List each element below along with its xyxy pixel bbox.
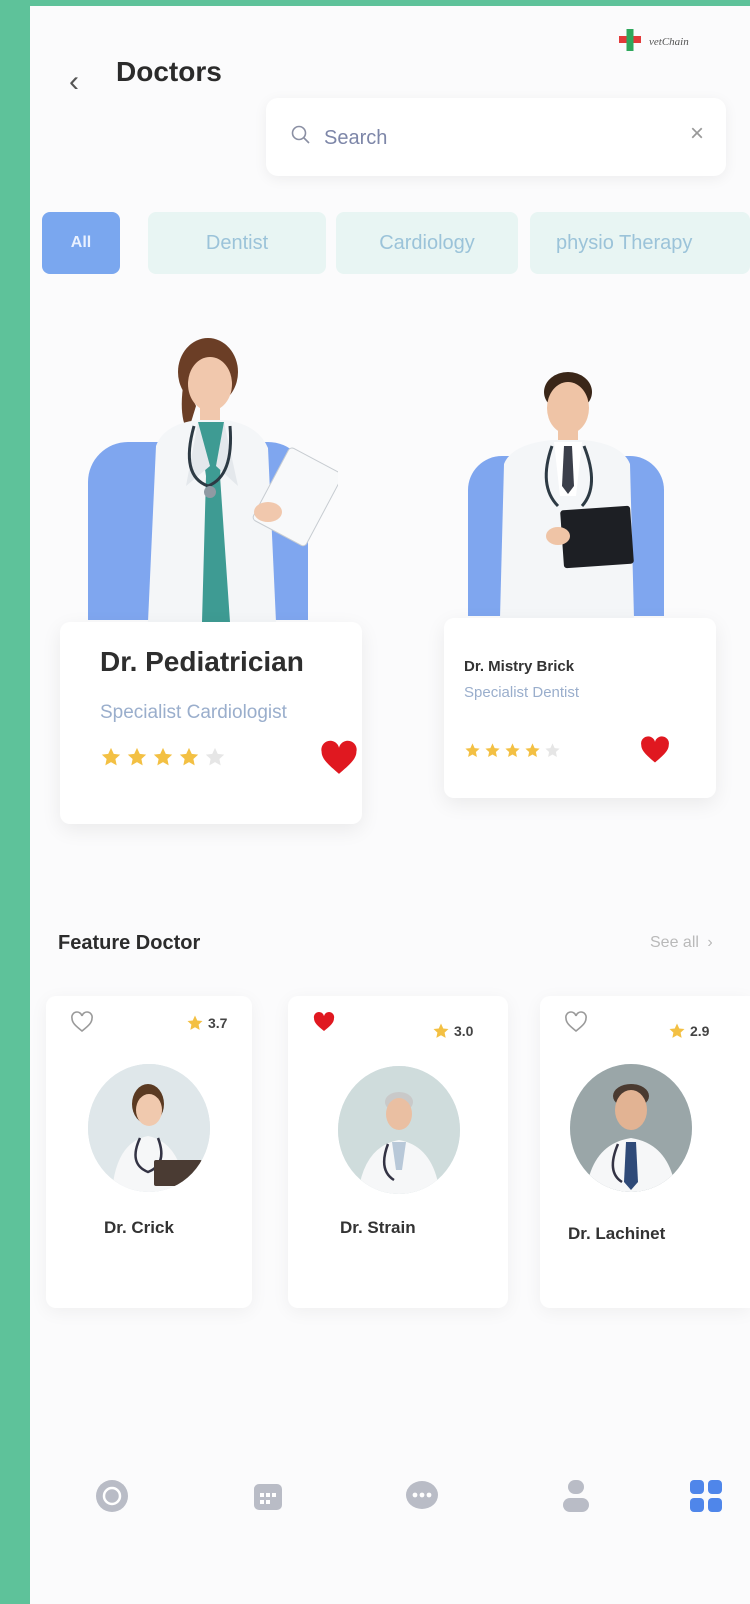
doctor-specialty: Specialist Cardiologist bbox=[100, 702, 287, 723]
heart-outline-icon[interactable] bbox=[564, 1010, 588, 1034]
chip-label: All bbox=[70, 234, 92, 251]
nav-profile[interactable] bbox=[556, 1476, 596, 1516]
doctor-name: Dr. Strain bbox=[340, 1218, 416, 1237]
doctor-name: Dr. Pediatrician bbox=[100, 646, 304, 677]
search-input[interactable] bbox=[322, 120, 666, 156]
star-filled-icon bbox=[187, 1015, 203, 1030]
search-icon bbox=[291, 125, 310, 144]
chip-all[interactable]: All bbox=[42, 212, 120, 274]
back-button[interactable]: ‹ bbox=[60, 64, 88, 100]
rating-value: 3.7 bbox=[208, 1015, 228, 1031]
star-empty-icon bbox=[545, 743, 560, 758]
app-logo: vetChain bbox=[615, 22, 725, 58]
nav-chat[interactable] bbox=[402, 1476, 442, 1516]
star-filled-icon bbox=[669, 1023, 685, 1038]
chip-label: Dentist bbox=[205, 231, 269, 254]
profile-icon bbox=[563, 1480, 589, 1512]
chip-physio-therapy[interactable]: physio Therapy bbox=[530, 212, 750, 274]
featured-doctor-card[interactable]: 3.7 Dr. Crick bbox=[46, 996, 252, 1308]
chevron-left-icon: ‹ bbox=[69, 65, 79, 98]
star-filled-icon bbox=[525, 743, 540, 758]
doctor-photo[interactable] bbox=[482, 366, 652, 618]
star-filled-icon bbox=[179, 747, 199, 766]
close-icon[interactable]: × bbox=[690, 120, 704, 148]
rating-badge: 3.0 bbox=[432, 1022, 473, 1040]
chip-dentist[interactable]: Dentist bbox=[148, 212, 326, 274]
star-filled-icon bbox=[465, 743, 480, 758]
rating-value: 3.0 bbox=[454, 1023, 474, 1039]
home-icon bbox=[96, 1480, 128, 1512]
doctor-card[interactable]: Dr. Mistry Brick Specialist Dentist bbox=[444, 618, 716, 798]
doctor-specialty: Specialist Dentist bbox=[464, 684, 580, 701]
doctor-card[interactable]: Dr. Pediatrician Specialist Cardiologist bbox=[60, 622, 362, 824]
chip-label: physio Therapy bbox=[556, 231, 693, 254]
doctor-name: Dr. Mistry Brick bbox=[464, 658, 575, 675]
nav-home[interactable] bbox=[92, 1476, 132, 1516]
featured-doctor-card[interactable]: 3.0 Dr. Strain bbox=[288, 996, 508, 1308]
rating-stars bbox=[100, 746, 226, 768]
doctors-screen: ‹ Doctors vetChain × All Dentist Cardiol… bbox=[30, 6, 750, 1604]
chat-icon bbox=[406, 1481, 438, 1509]
rating-value: 2.9 bbox=[690, 1023, 710, 1039]
avatar bbox=[338, 1066, 460, 1194]
chip-label: Cardiology bbox=[379, 231, 475, 254]
doctor-photo[interactable] bbox=[118, 336, 338, 622]
heart-filled-icon[interactable] bbox=[312, 1010, 336, 1034]
doctor-name: Dr. Crick bbox=[104, 1218, 174, 1237]
star-empty-icon bbox=[205, 747, 225, 766]
star-filled-icon bbox=[127, 747, 147, 766]
page-title: Doctors bbox=[116, 56, 222, 87]
doctor-name: Dr. Lachinet bbox=[568, 1224, 666, 1243]
star-filled-icon bbox=[505, 743, 520, 758]
heart-filled-icon[interactable] bbox=[320, 740, 358, 776]
see-all-link[interactable]: See all › bbox=[650, 934, 713, 952]
grid-icon bbox=[690, 1480, 722, 1512]
avatar bbox=[570, 1064, 692, 1192]
calendar-icon bbox=[254, 1484, 282, 1510]
rating-badge: 3.7 bbox=[186, 1014, 227, 1032]
heart-filled-icon[interactable] bbox=[640, 736, 670, 764]
chip-cardiology[interactable]: Cardiology bbox=[336, 212, 518, 274]
search-bar: × bbox=[266, 98, 726, 176]
rating-badge: 2.9 bbox=[668, 1022, 709, 1040]
featured-doctor-card[interactable]: 2.9 Dr. Lachinet bbox=[540, 996, 750, 1308]
chevron-right-icon: › bbox=[707, 934, 713, 951]
star-filled-icon bbox=[433, 1023, 449, 1038]
star-filled-icon bbox=[101, 747, 121, 766]
nav-grid[interactable] bbox=[686, 1476, 726, 1516]
section-title: Feature Doctor bbox=[58, 932, 201, 954]
heart-outline-icon[interactable] bbox=[70, 1010, 94, 1034]
logo-text: vetChain bbox=[649, 36, 689, 48]
avatar bbox=[88, 1064, 210, 1192]
star-filled-icon bbox=[485, 743, 500, 758]
rating-stars bbox=[464, 742, 561, 759]
star-filled-icon bbox=[153, 747, 173, 766]
see-all-label: See all bbox=[650, 934, 699, 951]
cross-logo-icon bbox=[619, 29, 641, 51]
nav-calendar[interactable] bbox=[248, 1476, 288, 1516]
